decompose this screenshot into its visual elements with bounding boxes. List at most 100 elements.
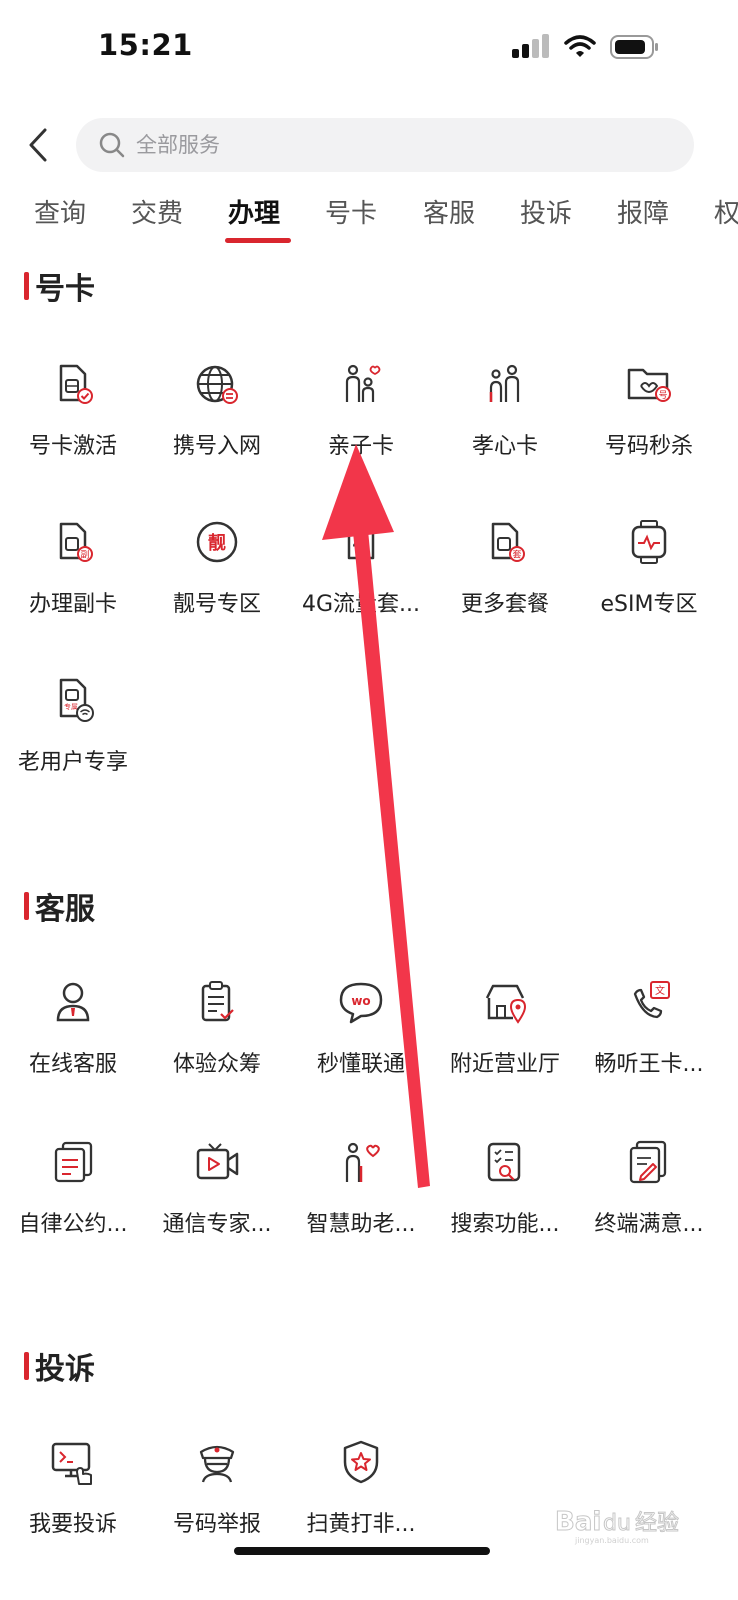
elder-heart-icon [345,1142,380,1182]
service-label: 孝心卡 [471,434,538,459]
service-item-self-discipline[interactable]: 自律公约... [0,1138,146,1268]
store-location-icon [485,984,527,1024]
service-item-terminal-satisfaction[interactable]: 终端满意... [576,1138,722,1268]
back-button[interactable] [18,120,58,170]
service-label: 4G流量套... [301,592,421,617]
phone-text-icon: 文 [633,981,670,1019]
number-flash-sale-icon: 号 [627,368,671,402]
service-item-experience-crowd[interactable]: 体验众筹 [144,978,290,1108]
sim-check-icon [59,364,93,404]
premium-number-icon: 靓 [196,521,238,563]
search-input[interactable] [134,132,658,158]
service-label: 秒懂联通 [316,1052,405,1077]
tab-complaint[interactable]: 投诉 [520,190,572,246]
service-item-old-user-exclusive[interactable]: 专属 老用户专享 [0,676,146,806]
esim-watch-icon [631,520,667,564]
wifi-icon [564,35,596,57]
service-item-search-feature[interactable]: 搜索功能... [432,1138,578,1268]
video-tv-icon [196,1143,239,1180]
search-bar[interactable] [76,118,694,172]
document-stack-icon [54,1141,93,1183]
service-label: 智慧助老... [306,1212,416,1237]
service-label: 号码举报 [172,1512,261,1537]
parent-child-icon [345,364,381,402]
service-item-unicom-explained[interactable]: wo 秒懂联通 [288,978,434,1108]
police-icon [199,1445,235,1483]
chat-bubble-icon: wo [339,982,383,1024]
section-title-text: 号卡 [35,272,95,307]
service-label: 在线客服 [28,1052,117,1077]
section-title-sim: 号卡 [24,264,95,308]
tab-fault-report[interactable]: 报障 [617,190,669,246]
category-tabs: 查询 交费 办理 号卡 客服 投诉 报障 权 [0,190,738,246]
service-item-king-card-listen[interactable]: 文 畅听王卡... [576,978,722,1108]
section-title-text: 投诉 [35,1352,95,1387]
chevron-left-icon [29,128,47,162]
service-item-sim-activate[interactable]: 号卡激活 [0,360,146,490]
svg-text:jingyan.baidu.com: jingyan.baidu.com [574,1536,649,1545]
service-label: 更多套餐 [460,592,549,617]
section-title-customer-service: 客服 [24,884,95,928]
service-item-secondary-card[interactable]: 副 办理副卡 [0,518,146,648]
svg-text:经验: 经验 [635,1511,679,1536]
service-label: 终端满意... [594,1212,704,1237]
service-label: 亲子卡 [327,434,394,459]
service-item-esim[interactable]: eSIM专区 [576,518,722,648]
cellular-signal-icon [512,34,549,58]
search-row [0,116,738,172]
service-label: 我要投诉 [28,1512,117,1537]
service-item-premium-number[interactable]: 靓 靓号专区 [144,518,290,648]
battery-icon [610,35,658,59]
service-item-number-flash-sale[interactable]: 号 号码秒杀 [576,360,722,490]
agent-icon [56,982,90,1022]
tab-sim-card[interactable]: 号卡 [325,190,377,246]
service-label: 号码秒杀 [604,434,693,459]
svg-text:号: 号 [658,390,667,401]
service-item-nearby-store[interactable]: 附近营业厅 [432,978,578,1108]
service-item-more-plans[interactable]: 套 更多套餐 [432,518,578,648]
service-item-number-porting[interactable]: 携号入网 [144,360,290,490]
sim-wifi-exclusive-icon: 专属 [59,678,94,722]
service-label: 携号入网 [172,434,261,459]
svg-text:套: 套 [512,549,521,561]
tab-customer-service[interactable]: 客服 [423,190,475,246]
tab-payment[interactable]: 交费 [131,190,183,246]
service-item-4g-data-plan[interactable]: 4G 4G流量套... [288,518,434,648]
complaint-screen-icon [51,1442,92,1485]
service-label: 扫黄打非... [306,1512,416,1537]
svg-text:专属: 专属 [64,702,78,711]
home-indicator[interactable] [234,1547,490,1555]
service-item-file-complaint[interactable]: 我要投诉 [0,1438,146,1568]
shield-star-icon [343,1440,379,1484]
svg-text:du: du [603,1511,631,1536]
status-bar: 15:21 [0,0,738,100]
service-label: 搜索功能... [450,1212,560,1237]
section-marker [24,272,29,300]
service-item-online-service[interactable]: 在线客服 [0,978,146,1108]
status-icons [512,34,660,60]
search-icon [99,132,125,158]
service-item-comm-expert[interactable]: 通信专家... [144,1138,290,1268]
service-item-filial-card[interactable]: 孝心卡 [432,360,578,490]
service-label: 靓号专区 [172,592,261,617]
service-label: 通信专家... [162,1212,272,1237]
sim-secondary-icon: 副 [59,522,93,562]
search-doc-icon [487,1142,521,1182]
svg-text:4G: 4G [353,538,370,551]
service-label: 自律公约... [18,1212,128,1237]
section-marker [24,892,29,920]
service-item-smart-elder-help[interactable]: 智慧助老... [288,1138,434,1268]
section-title-complaint: 投诉 [24,1344,95,1388]
tab-more[interactable]: 权 [714,190,738,246]
svg-text:靓: 靓 [208,532,226,554]
4g-data-icon: 4G [347,522,375,560]
tab-query[interactable]: 查询 [34,190,86,246]
service-label: 号卡激活 [28,434,117,459]
service-item-parent-child-card[interactable]: 亲子卡 [288,360,434,490]
globe-transfer-icon [196,365,238,404]
elder-care-icon [489,364,520,402]
service-label: 办理副卡 [28,592,117,617]
clipboard-check-icon [201,981,234,1022]
survey-edit-icon [629,1140,667,1184]
service-label: 老用户专享 [17,750,128,775]
